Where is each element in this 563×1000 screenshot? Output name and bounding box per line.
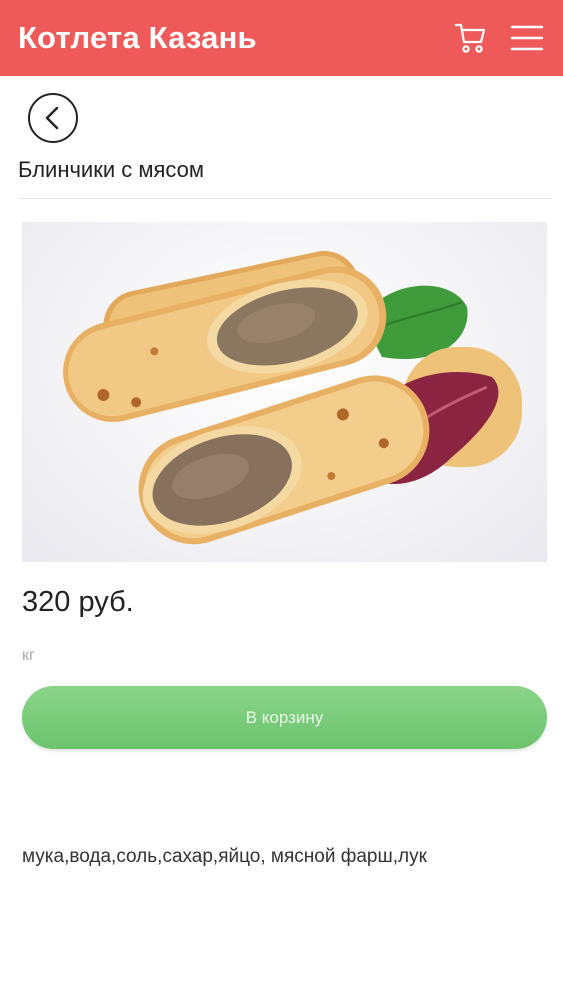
add-to-cart-button[interactable]: В корзину [22,686,547,749]
back-button[interactable] [28,93,78,143]
brand-title[interactable]: Котлета Казань [18,20,453,56]
product-unit: кг [22,647,35,664]
product-price: 320 руб. [22,586,134,618]
chevron-left-icon [45,106,59,130]
cart-icon[interactable] [453,20,489,56]
hamburger-menu-icon[interactable] [509,20,545,56]
app-header: Котлета Казань [0,0,563,76]
product-ingredients: мука,вода,соль,сахар,яйцо, мясной фарш,л… [22,846,427,867]
product-image [22,222,547,562]
divider [18,198,552,199]
product-title: Блинчики с мясом [18,157,205,182]
